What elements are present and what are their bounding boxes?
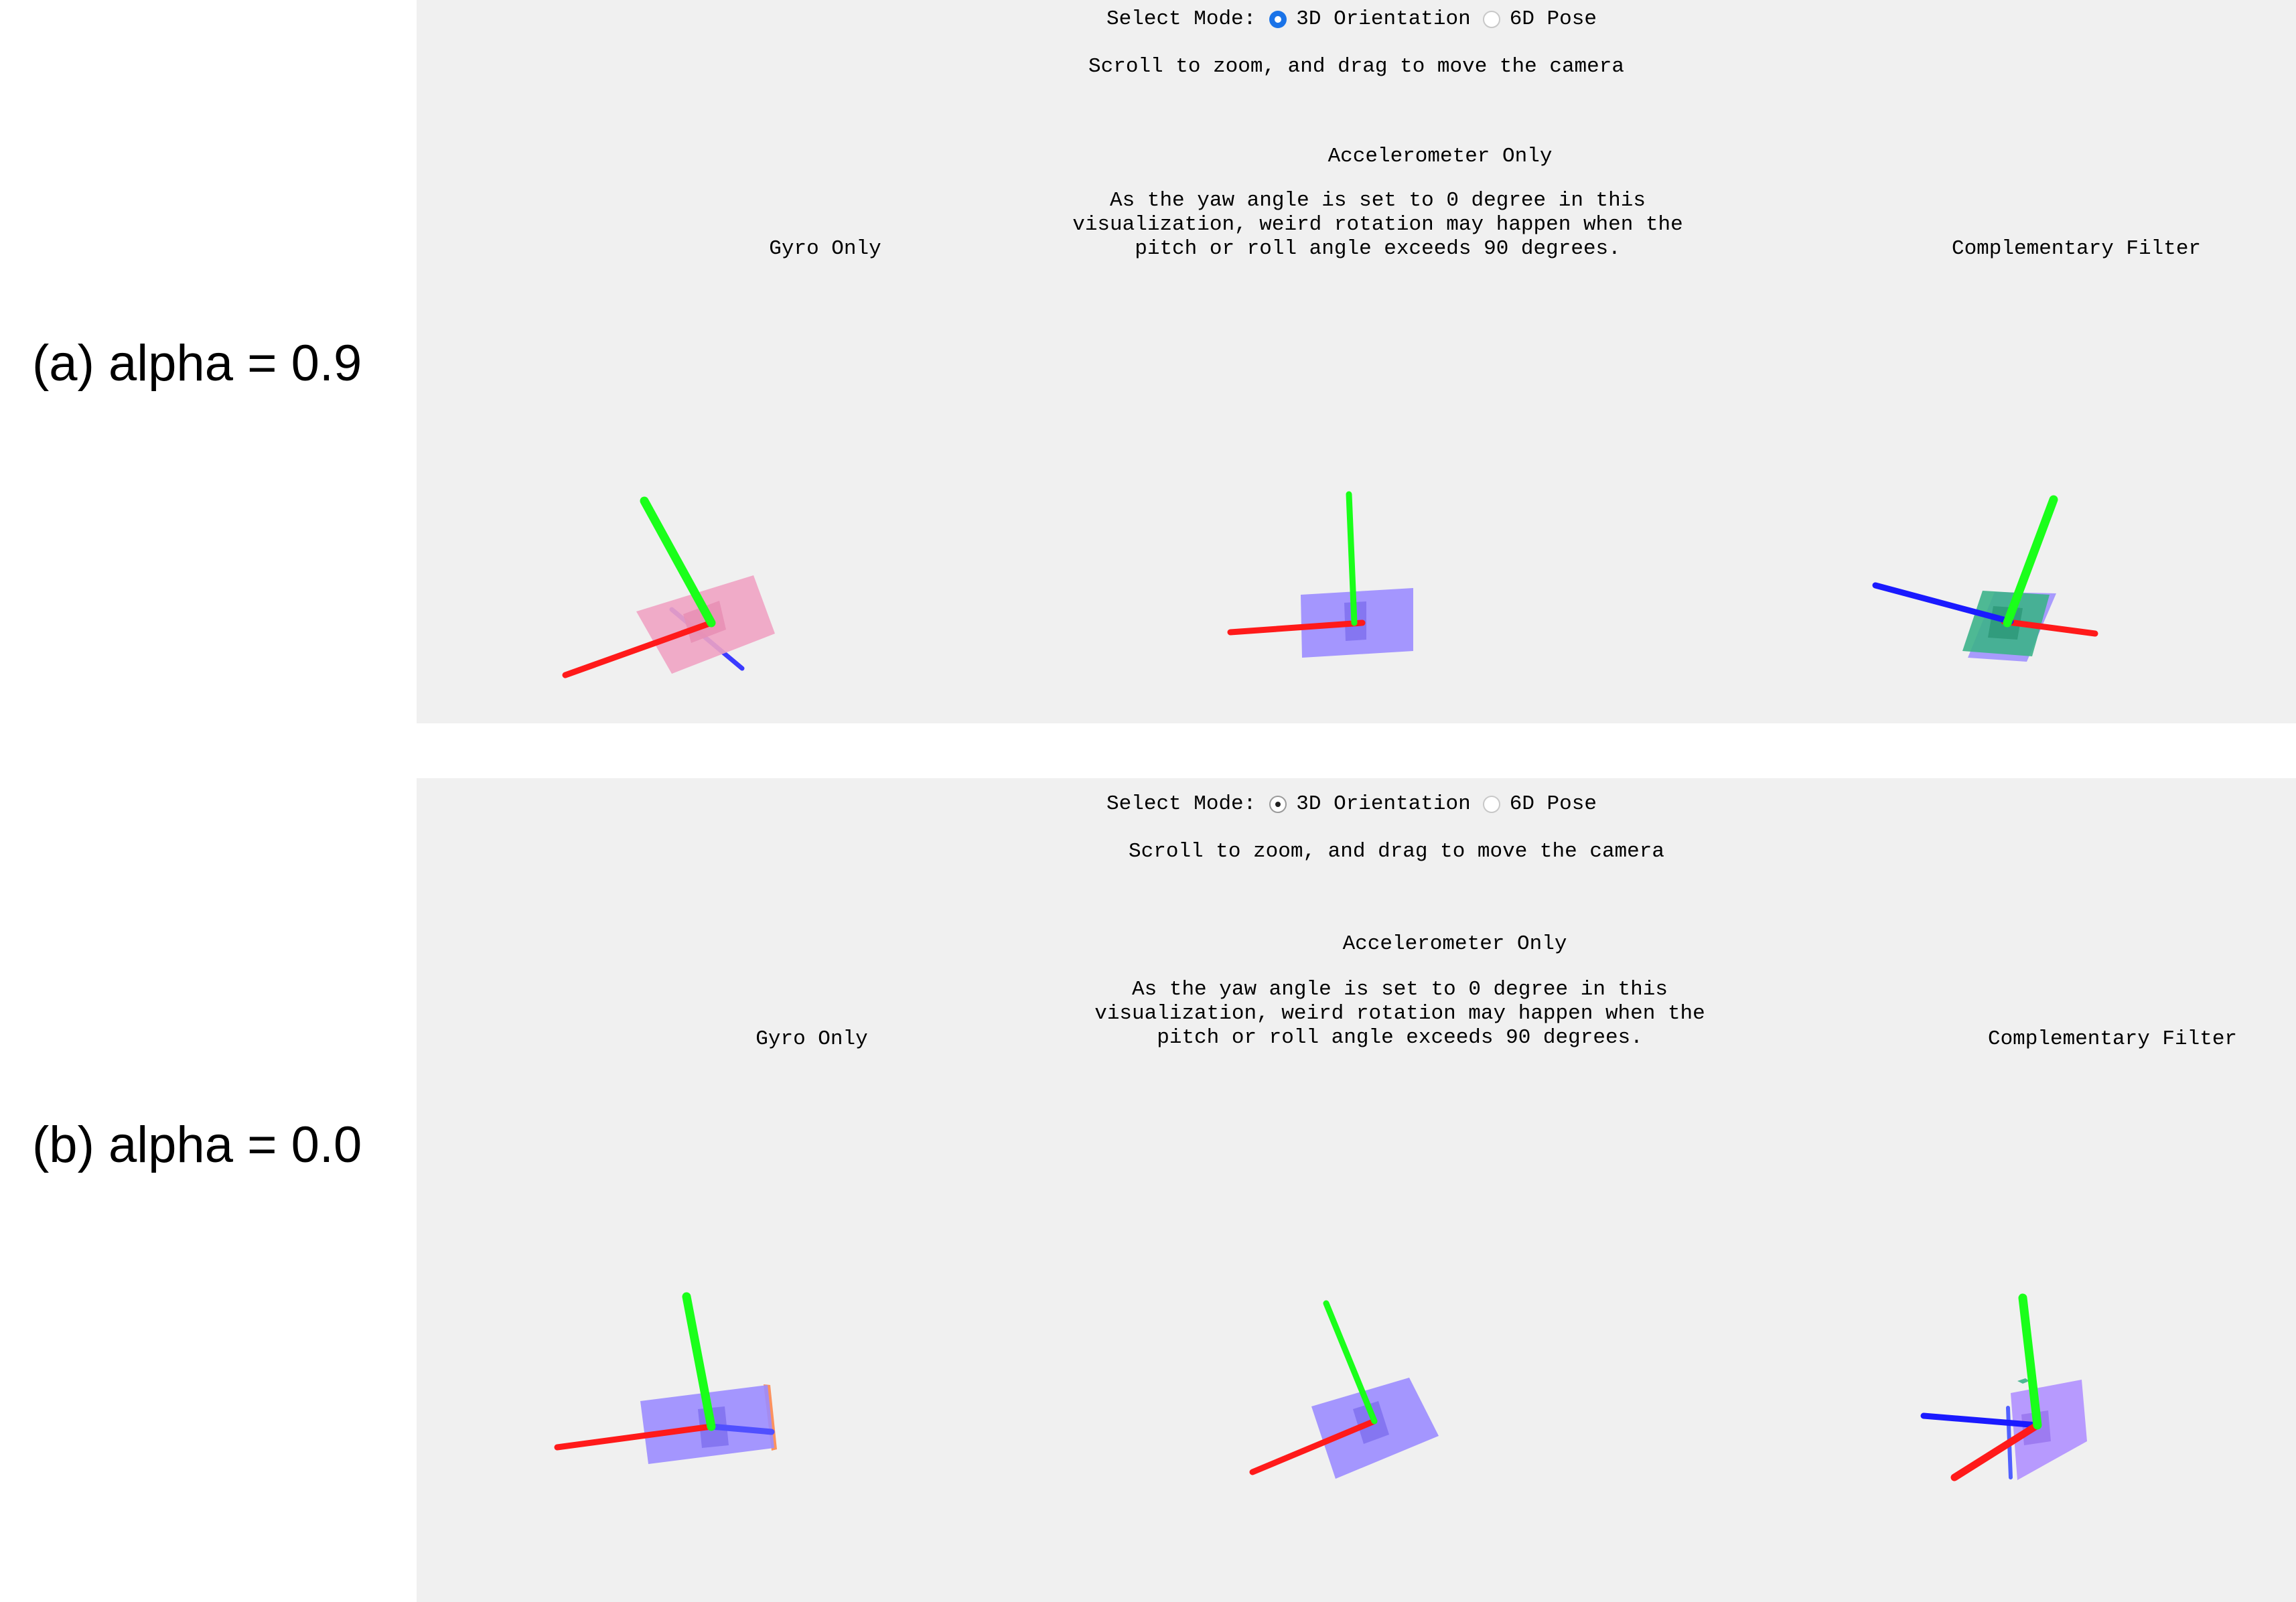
row-label-b: (b) alpha = 0.0 [32, 1116, 362, 1173]
accel-object [1227, 491, 1413, 658]
visualization-panel-alpha-09[interactable]: Select Mode: 3D Orientation 6D Pose Scro… [417, 0, 2296, 723]
box-edge [2017, 1378, 2029, 1384]
gyro-object [562, 496, 775, 678]
accel-object [1249, 1300, 1439, 1479]
3d-scene-canvas[interactable] [417, 0, 2296, 723]
row-label-a: (a) alpha = 0.9 [32, 335, 362, 392]
3d-scene-canvas[interactable] [417, 778, 2296, 1602]
comp-object [1920, 1293, 2087, 1481]
visualization-panel-alpha-00[interactable]: Select Mode: 3D Orientation 6D Pose Scro… [417, 778, 2296, 1602]
gyro-object [554, 1292, 777, 1464]
comp-object [1872, 495, 2098, 662]
